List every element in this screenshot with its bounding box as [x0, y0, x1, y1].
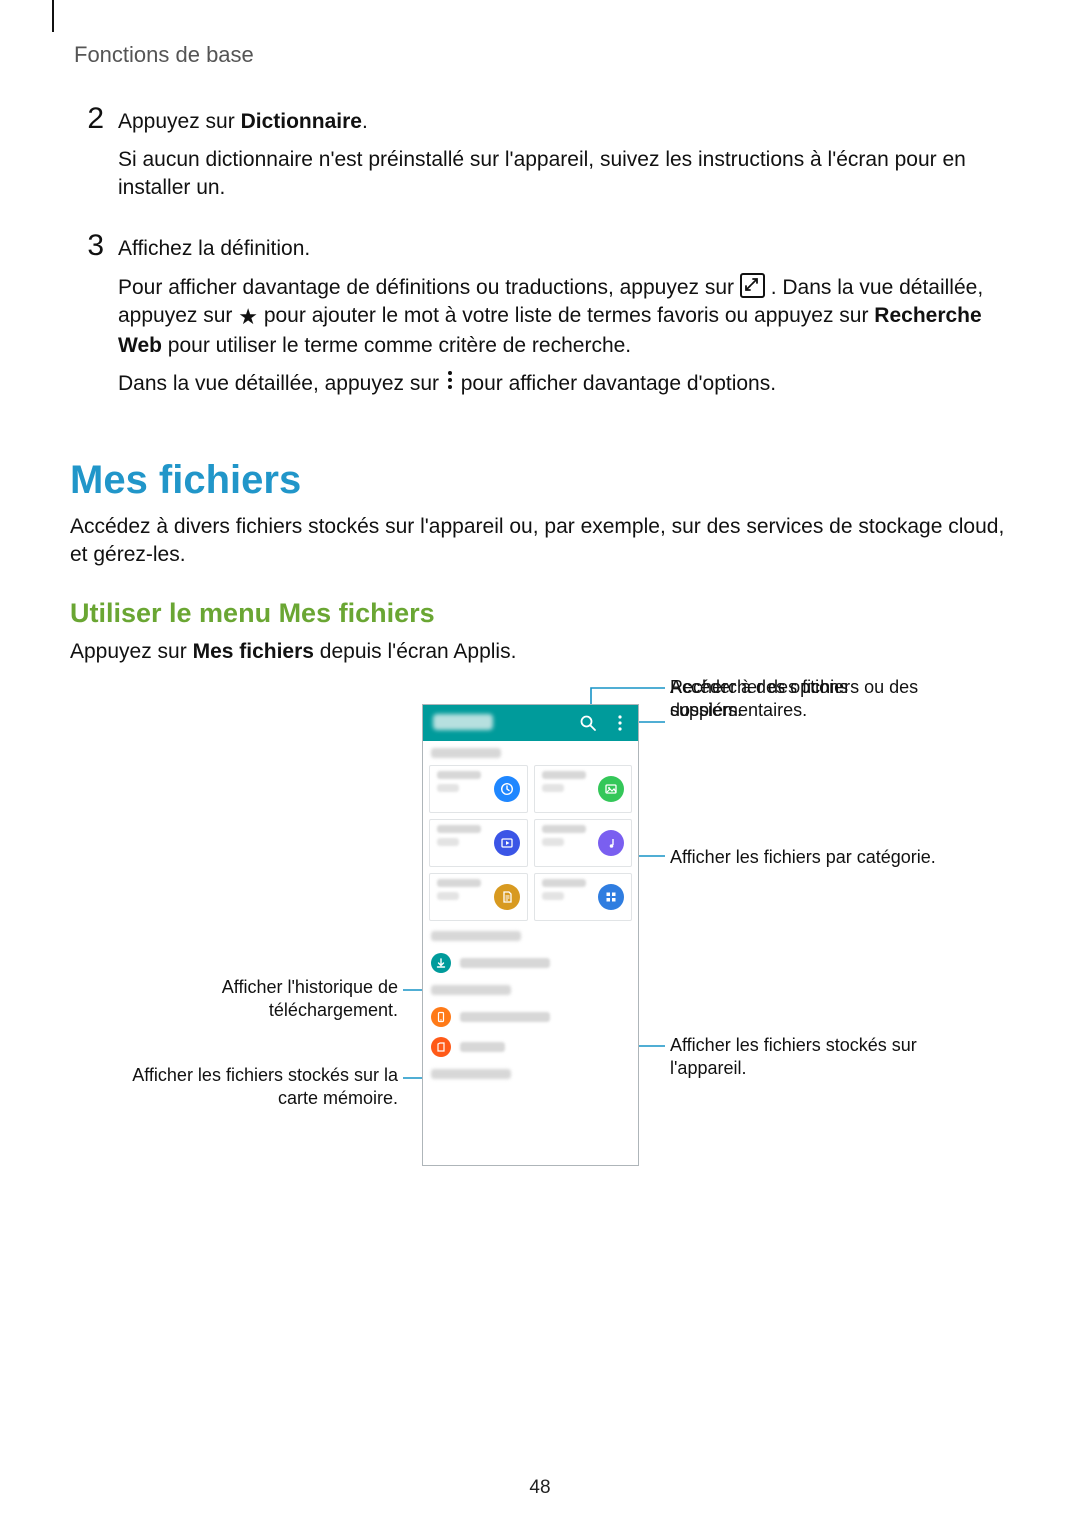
more-menu-icon[interactable] [610, 713, 630, 733]
search-icon[interactable] [578, 713, 598, 733]
numbered-steps: 2 Appuyez sur Dictionnaire. Si aucun dic… [70, 104, 1010, 409]
header-rule [52, 0, 54, 32]
section-intro: Accédez à divers fichiers stockés sur l'… [70, 513, 1010, 570]
text: pour utiliser le terme comme critère de … [168, 334, 631, 357]
text: carte mémoire. [278, 1088, 398, 1108]
step-2-line1: Appuyez sur Dictionnaire. [118, 108, 1010, 136]
download-icon [431, 953, 451, 973]
video-icon [494, 830, 520, 856]
clock-icon [494, 776, 520, 802]
section-label-blur [431, 748, 638, 763]
page-number: 48 [0, 1475, 1080, 1501]
phone-screenshot [422, 704, 639, 1166]
apps-icon [598, 884, 624, 910]
text: depuis l'écran Applis. [314, 640, 516, 663]
breadcrumb: Fonctions de base [74, 40, 1010, 70]
text: . [362, 110, 368, 133]
step-body: Appuyez sur Dictionnaire. Si aucun dicti… [118, 104, 1010, 213]
bold-mes-fichiers: Mes fichiers [193, 640, 314, 663]
tile-audio[interactable] [534, 819, 633, 867]
tile-recent[interactable] [429, 765, 528, 813]
step-3-line1: Affichez la définition. [118, 235, 1010, 263]
step-number: 3 [70, 231, 104, 261]
device-icon [431, 1007, 451, 1027]
text: pour afficher davantage d'options. [461, 372, 776, 395]
text: Pour afficher davantage de définitions o… [118, 276, 740, 299]
step-2: 2 Appuyez sur Dictionnaire. Si aucun dic… [70, 104, 1010, 213]
text: téléchargement. [269, 1000, 398, 1020]
text: Afficher l'historique de [222, 977, 398, 997]
step-body: Affichez la définition. Pour afficher da… [118, 231, 1010, 409]
row-device-storage[interactable] [423, 1002, 638, 1032]
section-title-mes-fichiers: Mes fichiers [70, 453, 1010, 507]
subsection-instruction: Appuyez sur Mes fichiers depuis l'écran … [70, 638, 1010, 666]
step-3-para2: Pour afficher davantage de définitions o… [118, 273, 1010, 360]
subsection-title: Utiliser le menu Mes fichiers [70, 595, 1010, 631]
row-label-blur [460, 958, 550, 968]
tile-videos[interactable] [429, 819, 528, 867]
document-icon [494, 884, 520, 910]
section-label-blur [431, 931, 638, 946]
section-label-blur [431, 985, 638, 1000]
text: l'appareil. [670, 1058, 746, 1078]
tile-images[interactable] [534, 765, 633, 813]
text: Dans la vue détaillée, appuyez sur [118, 372, 445, 395]
section-label-blur [431, 1069, 638, 1084]
sd-card-icon [431, 1037, 451, 1057]
text: Appuyez sur [70, 640, 193, 663]
text: Appuyez sur [118, 110, 241, 133]
callout-download-history: Afficher l'historique de téléchargement. [110, 976, 398, 1021]
text: Afficher les fichiers stockés sur la [132, 1065, 398, 1085]
music-icon [598, 830, 624, 856]
callout-categories: Afficher les fichiers par catégorie. [670, 846, 990, 869]
step-3-para3: Dans la vue détaillée, appuyez sur pour … [118, 370, 1010, 398]
star-icon: ★ [238, 302, 258, 332]
row-label-blur [460, 1012, 550, 1022]
app-header [423, 705, 638, 741]
more-options-icon [445, 370, 455, 398]
step-number: 2 [70, 104, 104, 134]
manual-page: Fonctions de base 2 Appuyez sur Dictionn… [0, 0, 1080, 1527]
text: Afficher les fichiers stockés sur [670, 1035, 917, 1055]
row-label-blur [460, 1042, 505, 1052]
row-download-history[interactable] [423, 948, 638, 978]
callout-more-options: Accéder à des options supplémentaires. [670, 676, 930, 721]
tile-documents[interactable] [429, 873, 528, 921]
tile-downloads[interactable] [534, 873, 633, 921]
expand-icon [740, 273, 765, 298]
callout-sd-card: Afficher les fichiers stockés sur la car… [110, 1064, 398, 1109]
category-tiles [423, 765, 638, 921]
bold-dictionnaire: Dictionnaire [241, 110, 362, 133]
row-sd-card[interactable] [423, 1032, 638, 1062]
step-3: 3 Affichez la définition. Pour afficher … [70, 231, 1010, 409]
callout-device-storage: Afficher les fichiers stockés sur l'appa… [670, 1034, 970, 1079]
text: pour ajouter le mot à votre liste de ter… [264, 304, 874, 327]
step-2-para: Si aucun dictionnaire n'est préinstallé … [118, 146, 1010, 203]
app-title-blur [433, 714, 493, 730]
image-icon [598, 776, 624, 802]
figure-my-files: Rechercher des fichiers ou des dossiers.… [70, 676, 1010, 1216]
